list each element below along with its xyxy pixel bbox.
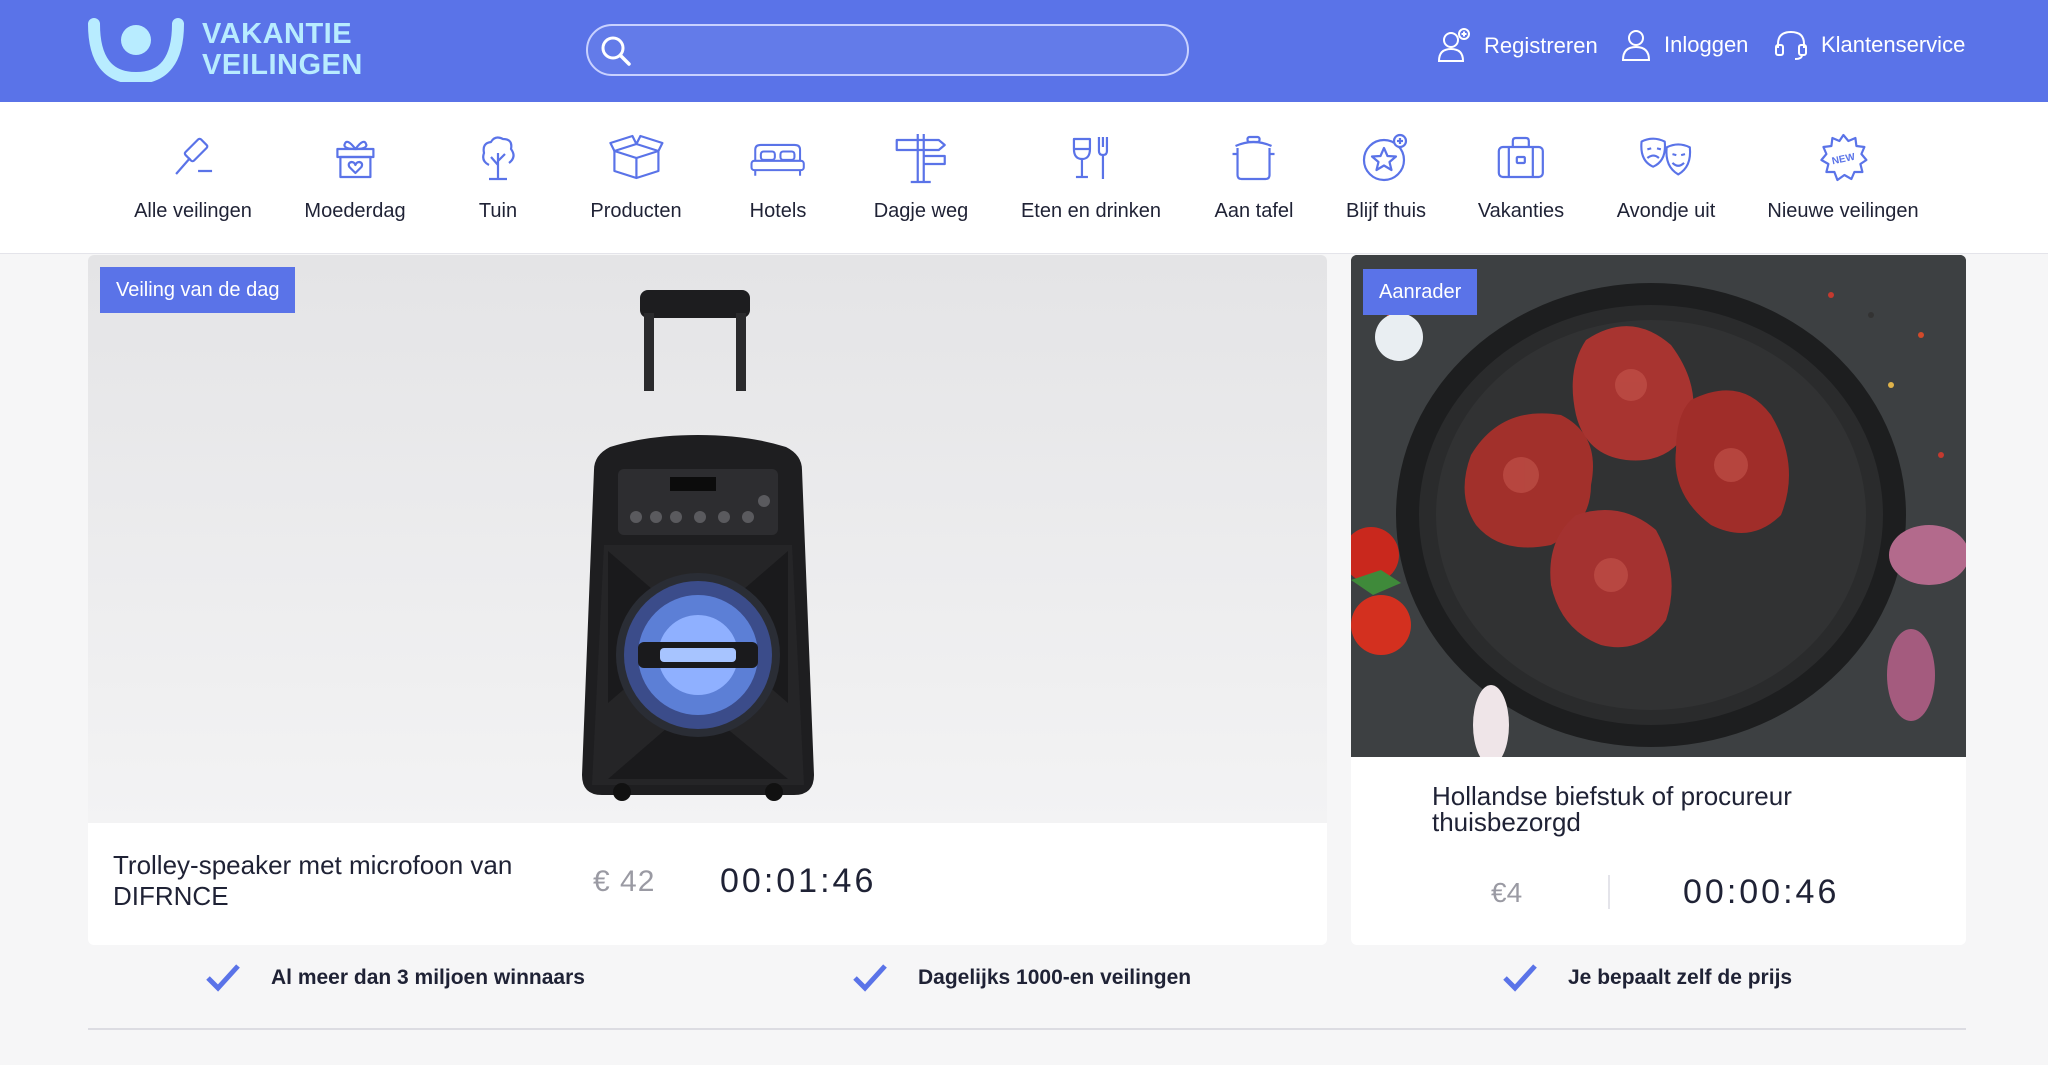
gavel-icon [175,137,212,175]
login-link[interactable]: Inloggen [1620,28,1748,62]
price-timer-divider [1608,875,1610,909]
recommended-product-image[interactable]: Aanrader [1351,255,1966,757]
search-icon[interactable] [600,35,632,67]
checkmark-icon [1503,964,1537,992]
category-label: Tuin [478,200,518,222]
category-label: Alle veilingen [134,200,252,222]
category-eten-en-drinken[interactable]: Eten en drinken [1021,102,1161,254]
usp-item-daily-auctions: Dagelijks 1000-en veilingen [852,963,1191,993]
steak-plate-image [1351,255,1966,757]
user-plus-icon [1437,28,1470,62]
recommended-countdown: 00:00:46 [1683,873,1840,911]
register-label: Registreren [1484,33,1598,58]
category-label: Moederdag [304,200,406,222]
category-label: Blijf thuis [1345,200,1427,222]
bed-icon [750,143,806,176]
usp-item-own-price: Je bepaalt zelf de prijs [1502,963,1792,993]
usp-label: Je bepaalt zelf de prijs [1568,966,1793,989]
suitcase-icon [1497,136,1545,179]
section-divider [88,1028,1966,1030]
theater-masks-icon [1640,137,1692,176]
category-avondje-uit[interactable]: Avondje uit [1616,102,1716,254]
checkmark-icon [206,964,240,992]
customer-service-link[interactable]: Klantenservice [1773,28,1965,62]
user-icon [1621,30,1651,61]
star-badge-icon [1362,133,1408,182]
checkmark-icon [853,964,887,992]
category-dagje-weg[interactable]: Dagje weg [873,102,969,254]
category-label: Vakanties [1477,200,1565,222]
tree-icon [482,136,515,181]
category-label: Nieuwe veilingen [1767,200,1919,222]
category-producten[interactable]: Producten [590,102,682,254]
new-badge-icon: NEW [1819,133,1868,182]
logo-line-2: VEILINGEN [202,49,363,81]
category-vakanties[interactable]: Vakanties [1478,102,1564,254]
trolley-speaker-image [582,290,814,801]
register-link[interactable]: Registreren [1436,28,1598,64]
recommended-title[interactable]: Hollandse biefstuk of procureur thuisbez… [1432,783,1852,835]
category-label: Eten en drinken [1020,200,1162,222]
recommended-badge: Aanrader [1363,269,1478,315]
login-label: Inloggen [1664,32,1749,57]
category-label: Producten [590,200,682,222]
category-aan-tafel[interactable]: Aan tafel [1214,102,1294,254]
pot-icon [1232,135,1275,181]
category-alle-veilingen[interactable]: Alle veilingen [134,102,252,254]
site-logo[interactable]: VAKANTIE VEILINGEN [88,18,363,82]
category-label: Aan tafel [1214,200,1294,222]
svg-text:NEW: NEW [1831,152,1857,168]
customer-service-label: Klantenservice [1821,32,1966,57]
category-blijf-thuis[interactable]: Blijf thuis [1346,102,1426,254]
category-nieuwe-veilingen[interactable]: NEW Nieuwe veilingen [1767,102,1919,254]
featured-countdown: 00:01:46 [720,862,877,900]
headset-icon [1775,30,1807,60]
featured-product-image[interactable]: Veiling van de dag [88,255,1327,823]
logo-text: VAKANTIE VEILINGEN [202,19,363,81]
box-icon [608,134,664,180]
gift-icon [335,140,375,179]
featured-title[interactable]: Trolley-speaker met microfoon van DIFRNC… [113,850,553,912]
recommended-auction-card[interactable]: Aanrader Hollandse biefstuk of procureur… [1351,255,1966,945]
site-header: VAKANTIE VEILINGEN Registreren Inloggen [0,0,2048,102]
category-label: Avondje uit [1616,200,1716,222]
wine-fork-icon [1072,137,1109,179]
recommended-price: €4 [1491,877,1523,908]
featured-price: € 42 [593,865,656,898]
category-label: Hotels [749,200,807,222]
usp-label: Al meer dan 3 miljoen winnaars [271,966,585,989]
usp-label: Dagelijks 1000-en veilingen [918,966,1192,989]
usp-item-winners: Al meer dan 3 miljoen winnaars [205,963,585,993]
logo-icon [88,18,184,82]
category-nav: Alle veilingen Moederdag Tuin Producten … [0,102,2048,254]
category-tuin[interactable]: Tuin [470,102,526,254]
search-bar[interactable] [586,24,1189,76]
auction-of-the-day-badge: Veiling van de dag [100,267,296,313]
signpost-icon [895,134,947,184]
search-input[interactable] [646,32,1166,68]
logo-line-1: VAKANTIE [202,18,353,50]
category-label: Dagje weg [873,200,969,222]
featured-auction-card[interactable]: Veiling van de dag Trolley-speaker met m… [88,255,1327,945]
category-hotels[interactable]: Hotels [749,102,807,254]
category-moederdag[interactable]: Moederdag [304,102,406,254]
